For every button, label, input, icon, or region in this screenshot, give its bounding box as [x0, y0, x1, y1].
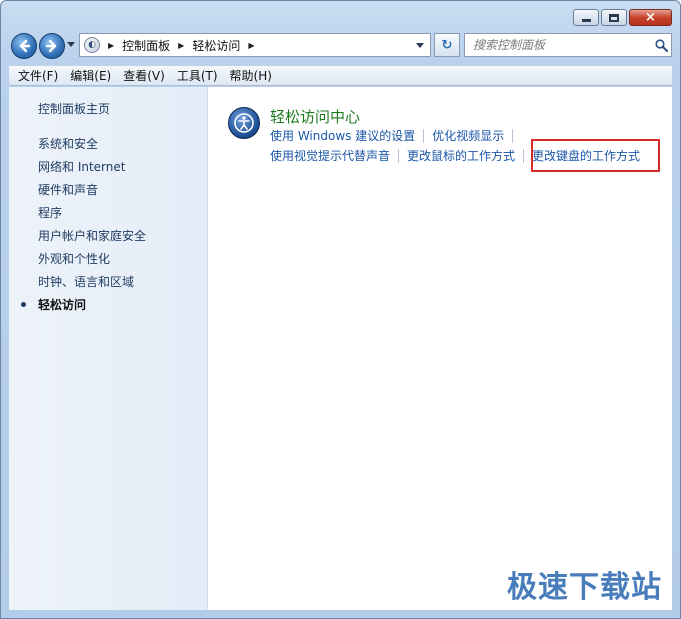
control-panel-icon: ◐ [84, 37, 100, 53]
menu-help[interactable]: 帮助(H) [224, 67, 278, 84]
sidebar-home-link[interactable]: 控制面板主页 [9, 101, 207, 121]
content-area: 控制面板主页 系统和安全 网络和 Internet 硬件和声音 程序 用户帐户和… [9, 87, 672, 610]
menu-edit[interactable]: 编辑(E) [64, 67, 117, 84]
back-button[interactable] [11, 33, 37, 59]
arrow-left-icon [19, 39, 31, 53]
recent-pages-dropdown[interactable] [67, 42, 75, 47]
breadcrumb-separator-icon[interactable]: ▶ [248, 41, 254, 50]
sidebar-item-label: 轻松访问 [38, 298, 87, 312]
link-divider [423, 128, 425, 143]
menu-file[interactable]: 文件(F) [9, 67, 64, 84]
sidebar-item-ease-of-access[interactable]: 轻松访问 [9, 296, 207, 319]
sidebar-item-network-internet[interactable]: 网络和 Internet [9, 158, 207, 181]
task-links-row-1: 使用 Windows 建议的设置 优化视频显示 [270, 127, 521, 144]
link-divider [398, 148, 400, 163]
link-visual-alternatives-for-sounds[interactable]: 使用视觉提示代替声音 [270, 147, 390, 164]
address-bar[interactable]: ◐ ▶ 控制面板 ▶ 轻松访问 ▶ [79, 33, 431, 57]
sidebar-item-appearance[interactable]: 外观和个性化 [9, 250, 207, 273]
sidebar-item-user-accounts[interactable]: 用户帐户和家庭安全 [9, 227, 207, 250]
minimize-icon [581, 19, 591, 22]
ease-of-access-icon[interactable] [228, 107, 260, 139]
explorer-window: × ◐ ▶ 控制面板 ▶ 轻松访问 ▶ ↻ 文件(F) 编辑(E) 查看 [0, 0, 681, 619]
link-windows-suggested-settings[interactable]: 使用 Windows 建议的设置 [270, 127, 415, 144]
sidebar: 控制面板主页 系统和安全 网络和 Internet 硬件和声音 程序 用户帐户和… [9, 87, 208, 610]
minimize-button[interactable] [573, 9, 599, 26]
magnifier-icon[interactable] [651, 38, 671, 52]
breadcrumb-separator-icon[interactable]: ▶ [178, 41, 184, 50]
forward-button[interactable] [39, 33, 65, 59]
active-bullet-icon [21, 302, 26, 307]
refresh-button[interactable]: ↻ [434, 33, 460, 57]
sidebar-item-programs[interactable]: 程序 [9, 204, 207, 227]
breadcrumb-control-panel[interactable]: 控制面板 [122, 37, 170, 54]
window-controls: × [573, 9, 672, 26]
highlight-annotation-box [531, 139, 660, 172]
link-change-mouse-settings[interactable]: 更改鼠标的工作方式 [407, 147, 515, 164]
maximize-icon [609, 13, 619, 22]
section-title-link[interactable]: 轻松访问中心 [270, 106, 360, 127]
sidebar-item-hardware-sound[interactable]: 硬件和声音 [9, 181, 207, 204]
address-dropdown-icon[interactable] [416, 42, 424, 48]
navigation-bar: ◐ ▶ 控制面板 ▶ 轻松访问 ▶ ↻ [9, 31, 672, 59]
maximize-button[interactable] [601, 9, 627, 26]
menu-bar: 文件(F) 编辑(E) 查看(V) 工具(T) 帮助(H) [9, 65, 672, 86]
sidebar-item-clock-region[interactable]: 时钟、语言和区域 [9, 273, 207, 296]
close-button[interactable]: × [629, 9, 672, 26]
search-input[interactable] [473, 38, 651, 52]
watermark-text: 极速下载站 [507, 570, 662, 605]
link-divider [512, 128, 514, 143]
close-icon: × [645, 9, 656, 25]
breadcrumb-separator-icon[interactable]: ▶ [108, 41, 114, 50]
arrow-right-icon [45, 39, 57, 53]
main-panel: 轻松访问中心 使用 Windows 建议的设置 优化视频显示 使用视觉提示代替声… [208, 87, 672, 610]
breadcrumb-ease-of-access[interactable]: 轻松访问 [192, 37, 240, 54]
search-box[interactable] [464, 33, 672, 57]
sidebar-item-system-security[interactable]: 系统和安全 [9, 135, 207, 158]
refresh-icon: ↻ [441, 37, 453, 53]
menu-view[interactable]: 查看(V) [117, 67, 171, 84]
menu-tools[interactable]: 工具(T) [171, 67, 224, 84]
link-optimize-visual-display[interactable]: 优化视频显示 [432, 127, 504, 144]
link-divider [523, 148, 525, 163]
